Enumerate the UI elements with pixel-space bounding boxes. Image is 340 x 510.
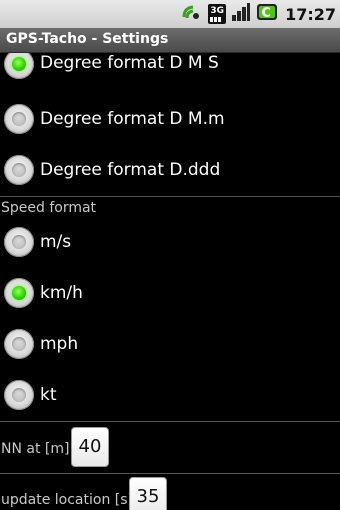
category-speed-format: Speed format bbox=[1, 200, 97, 216]
radio-label: m/s bbox=[40, 232, 72, 252]
radio-row-degree-dms[interactable]: Degree format D M S bbox=[0, 53, 340, 95]
divider bbox=[0, 421, 340, 422]
radio-label: mph bbox=[40, 334, 79, 354]
radio-button-icon[interactable] bbox=[4, 278, 34, 308]
radio-row-speed-mph[interactable]: mph bbox=[0, 320, 340, 370]
radio-label: kt bbox=[40, 385, 57, 405]
radio-button-icon[interactable] bbox=[4, 329, 34, 359]
nn-input[interactable]: 40 bbox=[71, 427, 109, 467]
update-location-input[interactable]: 35 bbox=[129, 477, 167, 510]
nn-label: NN at [m]: bbox=[1, 441, 75, 457]
title-bar: GPS-Tacho - Settings bbox=[0, 28, 340, 53]
status-icons: 3G 17:27 bbox=[181, 0, 336, 28]
radio-label: Degree format D M S bbox=[40, 53, 219, 73]
radio-label: Degree format D.ddd bbox=[40, 160, 221, 180]
radio-row-speed-kt[interactable]: kt bbox=[0, 371, 340, 421]
battery-charging-icon bbox=[256, 2, 280, 26]
radio-label: Degree format D M.m bbox=[40, 109, 225, 129]
radio-row-speed-ms[interactable]: m/s bbox=[0, 218, 340, 268]
radio-row-degree-ddd[interactable]: Degree format D.ddd bbox=[0, 146, 340, 196]
page-title: GPS-Tacho - Settings bbox=[6, 31, 169, 47]
signal-icon bbox=[231, 2, 251, 26]
sync-icon bbox=[181, 2, 203, 26]
clock: 17:27 bbox=[285, 4, 336, 24]
settings-list[interactable]: Degree format D M S Degree format D M.m … bbox=[0, 53, 340, 510]
radio-button-icon[interactable] bbox=[4, 155, 34, 185]
divider bbox=[0, 196, 340, 197]
radio-row-degree-dmm[interactable]: Degree format D M.m bbox=[0, 95, 340, 145]
radio-label: km/h bbox=[40, 283, 83, 303]
network-label: 3G bbox=[210, 6, 225, 16]
status-bar: 3G 17:27 bbox=[0, 0, 340, 28]
radio-button-icon[interactable] bbox=[4, 53, 34, 79]
update-location-label: update location [s]: bbox=[1, 492, 138, 508]
radio-button-icon[interactable] bbox=[4, 227, 34, 257]
3g-icon: 3G bbox=[208, 4, 227, 24]
radio-row-speed-kmh[interactable]: km/h bbox=[0, 269, 340, 319]
divider bbox=[0, 473, 340, 474]
radio-button-icon[interactable] bbox=[4, 380, 34, 410]
radio-button-icon[interactable] bbox=[4, 104, 34, 134]
